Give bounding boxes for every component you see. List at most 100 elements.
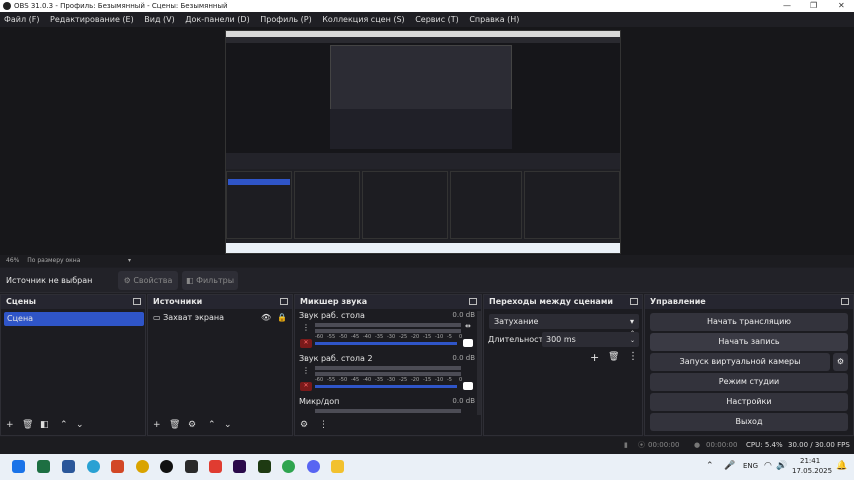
telegram-icon[interactable] bbox=[87, 460, 100, 473]
menu-docks[interactable]: Док-панели (D) bbox=[185, 15, 249, 24]
menu-tools[interactable]: Сервис (T) bbox=[415, 15, 459, 24]
settings-button[interactable]: Настройки bbox=[650, 393, 848, 411]
monitor-icon: ▭ bbox=[153, 313, 161, 322]
channel-name: Звук раб. стола 2 bbox=[299, 354, 373, 363]
mixer-scrollbar[interactable] bbox=[477, 311, 481, 415]
menu-edit[interactable]: Редактирование (E) bbox=[50, 15, 134, 24]
notification-icon[interactable]: 🔔 bbox=[836, 461, 847, 471]
mixer-title: Микшер звука bbox=[300, 297, 368, 306]
maximize-button[interactable]: ❐ bbox=[810, 0, 817, 12]
status-bar: ▮ ⦿ 00:00:00 ● 00:00:00 CPU: 5.4% 30.00 … bbox=[0, 437, 854, 454]
volume-slider[interactable] bbox=[315, 385, 457, 388]
gear-icon[interactable]: ⚙ bbox=[833, 353, 848, 371]
eye-icon[interactable]: 👁 bbox=[261, 313, 271, 322]
zoom-mode-select[interactable]: По размеру окна bbox=[27, 257, 80, 264]
studio-mode-button[interactable]: Режим студии bbox=[650, 373, 848, 391]
wifi-icon[interactable]: ◠ bbox=[764, 461, 772, 471]
start-recording-button[interactable]: Начать запись bbox=[650, 333, 848, 351]
record-icon: ● bbox=[694, 441, 701, 449]
chevron-down-icon[interactable]: ⌄ bbox=[76, 420, 84, 430]
clock-date[interactable]: 17.05.2025 bbox=[792, 467, 832, 475]
start-streaming-button[interactable]: Начать трансляцию bbox=[650, 313, 848, 331]
undock-icon[interactable] bbox=[630, 298, 638, 305]
signal-icon: ▮ bbox=[624, 441, 628, 449]
close-button[interactable]: ✕ bbox=[838, 0, 845, 12]
wps-icon[interactable] bbox=[209, 460, 222, 473]
menu-scene-collection[interactable]: Коллекция сцен (S) bbox=[322, 15, 404, 24]
meter-scale: -60 -55 -50 -45 -40 -35 -30 -25 -20 -15 -10 -5 0 bbox=[315, 334, 463, 340]
mic-icon[interactable]: 🎤 bbox=[724, 461, 735, 471]
undock-icon[interactable] bbox=[841, 298, 849, 305]
add-icon[interactable]: + bbox=[153, 420, 161, 430]
menu-profile[interactable]: Профиль (P) bbox=[260, 15, 311, 24]
word-icon[interactable] bbox=[62, 460, 75, 473]
volume-meter bbox=[315, 366, 461, 370]
windows-start-icon[interactable] bbox=[12, 460, 25, 473]
menu-help[interactable]: Справка (H) bbox=[469, 15, 519, 24]
chevron-up-icon[interactable]: ⌃ bbox=[60, 420, 68, 430]
fps-counter: 30.00 / 30.00 FPS bbox=[788, 441, 850, 449]
scene-filters-icon[interactable]: ◧ bbox=[40, 420, 49, 430]
kebab-menu-icon[interactable]: ⋮ bbox=[302, 323, 310, 332]
source-item[interactable]: ▭ Захват экрана 👁 🔒 bbox=[153, 313, 289, 322]
volume-slider-handle[interactable] bbox=[463, 339, 473, 347]
volume-meter bbox=[315, 323, 461, 327]
discord-icon[interactable] bbox=[307, 460, 320, 473]
gear-icon[interactable]: ⚙ bbox=[300, 420, 308, 430]
gear-icon[interactable]: ⚙ bbox=[188, 420, 196, 430]
volume-slider-handle[interactable] bbox=[463, 382, 473, 390]
menu-view[interactable]: Вид (V) bbox=[144, 15, 174, 24]
unreal-icon[interactable] bbox=[185, 460, 198, 473]
volume-slider[interactable] bbox=[315, 342, 457, 345]
clock-time[interactable]: 21:41 bbox=[800, 457, 820, 465]
add-icon[interactable]: + bbox=[590, 351, 599, 364]
stream-time: 00:00:00 bbox=[648, 441, 680, 449]
filter-icon: ◧ bbox=[185, 276, 194, 285]
scene-item[interactable]: Сцена bbox=[4, 312, 144, 326]
folder-icon[interactable] bbox=[331, 460, 344, 473]
chevron-down-icon[interactable]: ⌄ bbox=[224, 420, 232, 430]
photoshop-icon[interactable] bbox=[258, 460, 271, 473]
chevron-up-icon[interactable]: ⌃ bbox=[208, 420, 216, 430]
channel-name: Звук раб. стола bbox=[299, 311, 365, 320]
properties-button[interactable]: ⚙ Свойства bbox=[118, 271, 178, 290]
window-title: OBS 31.0.3 - Профиль: Безымянный - Сцены… bbox=[14, 2, 228, 10]
obs-taskbar-icon[interactable] bbox=[160, 460, 173, 473]
undock-icon[interactable] bbox=[280, 298, 288, 305]
filters-button[interactable]: ◧ Фильтры bbox=[182, 271, 238, 290]
taskbar: ⌃ 🎤 ENG ◠ 🔊 21:41 17.05.2025 🔔 bbox=[0, 454, 854, 480]
add-icon[interactable]: + bbox=[6, 420, 14, 430]
menu-file[interactable]: Файл (F) bbox=[4, 15, 40, 24]
lock-icon[interactable]: 🔒 bbox=[277, 313, 287, 322]
channel-db: 0.0 dB bbox=[452, 397, 475, 405]
language-indicator[interactable]: ENG bbox=[743, 462, 758, 470]
chevron-down-icon[interactable]: ▾ bbox=[128, 255, 131, 267]
exit-button[interactable]: Выход bbox=[650, 413, 848, 431]
duration-input[interactable]: 300 ms ⌃ ⌄ bbox=[542, 330, 639, 347]
no-source-label: Источник не выбран bbox=[6, 276, 93, 285]
chevron-up-icon[interactable]: ⌃ bbox=[706, 461, 714, 471]
kebab-menu-icon[interactable]: ⋮ bbox=[319, 420, 328, 430]
mute-icon[interactable]: ✕ bbox=[300, 339, 312, 348]
chrome-icon[interactable] bbox=[282, 460, 295, 473]
undock-icon[interactable] bbox=[133, 298, 141, 305]
excel-icon[interactable] bbox=[37, 460, 50, 473]
trash-icon[interactable]: 🗑 bbox=[169, 420, 180, 430]
stepper-icon[interactable]: ⌃ ⌄ bbox=[630, 330, 635, 344]
mute-icon[interactable]: ✕ bbox=[300, 382, 312, 391]
undock-icon[interactable] bbox=[469, 298, 477, 305]
volume-icon[interactable]: 🔊 bbox=[776, 461, 787, 471]
kebab-menu-icon[interactable]: ⋮ bbox=[302, 366, 310, 375]
trash-icon[interactable]: 🗑 bbox=[22, 420, 33, 430]
trash-icon[interactable]: 🗑 bbox=[608, 352, 619, 362]
minimize-button[interactable]: — bbox=[783, 0, 791, 12]
premiere-icon[interactable] bbox=[233, 460, 246, 473]
blender-icon[interactable] bbox=[136, 460, 149, 473]
start-virtual-camera-button[interactable]: Запуск виртуальной камеры bbox=[650, 353, 830, 371]
record-time: 00:00:00 bbox=[706, 441, 738, 449]
preview-canvas[interactable] bbox=[225, 30, 621, 254]
transition-select[interactable]: Затухание ▾ bbox=[489, 314, 639, 329]
powerpoint-icon[interactable] bbox=[111, 460, 124, 473]
kebab-menu-icon[interactable]: ⋮ bbox=[628, 351, 638, 362]
channel-name: Микр/доп bbox=[299, 397, 340, 406]
